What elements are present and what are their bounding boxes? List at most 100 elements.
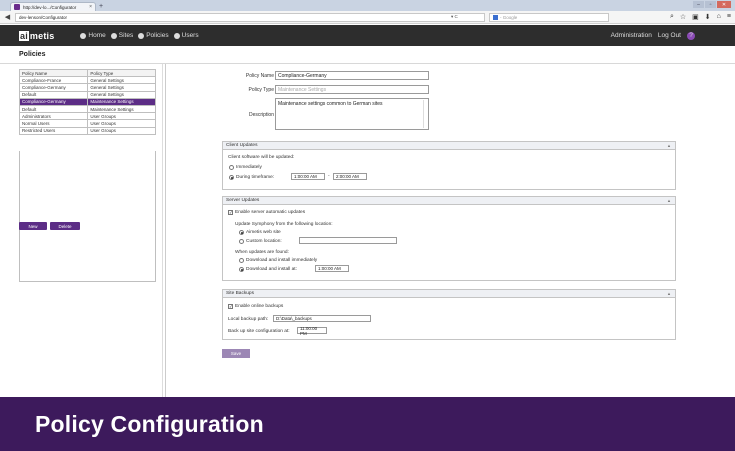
- custom-location-field[interactable]: [299, 237, 397, 244]
- sites-icon: [110, 32, 117, 39]
- time-separator: -: [328, 174, 330, 179]
- collapse-icon[interactable]: ▲: [667, 291, 671, 296]
- custom-location-radio[interactable]: [239, 239, 244, 244]
- textarea-scrollbar[interactable]: [423, 100, 427, 128]
- tab-title: http://dev-lo.../Configurator: [23, 4, 77, 10]
- browser-tab[interactable]: http://dev-lo.../Configurator ×: [10, 2, 96, 11]
- description-textarea[interactable]: Maintenance settings common to German si…: [275, 98, 429, 130]
- policy-type-label: Policy Type: [248, 87, 274, 93]
- search-icon[interactable]: ⌕: [670, 13, 674, 21]
- home-icon[interactable]: ⌂: [717, 13, 721, 21]
- enable-backups-checkbox[interactable]: ✓: [228, 304, 233, 309]
- time-to-field[interactable]: 2:00:00 AM: [333, 173, 367, 180]
- install-at-radio[interactable]: [239, 267, 244, 272]
- nav-users[interactable]: Users: [173, 32, 199, 39]
- table-empty-area: [19, 151, 156, 282]
- aimetis-site-label: Aimetis web site: [246, 230, 281, 235]
- table-row[interactable]: Compliance-France General Settings: [18, 76, 156, 85]
- administration-link[interactable]: Administration: [611, 32, 652, 39]
- close-window-icon[interactable]: ✕: [717, 1, 731, 8]
- favicon-icon: [14, 4, 20, 10]
- nav-sites[interactable]: Sites: [110, 32, 133, 39]
- browser-titlebar: http://dev-lo.../Configurator × + – ▫ ✕: [0, 0, 735, 11]
- timeframe-radio[interactable]: [229, 175, 234, 180]
- policy-name-field[interactable]: Compliance-Germany: [275, 71, 429, 80]
- save-button[interactable]: Save: [222, 349, 250, 358]
- aimetis-logo[interactable]: ai metis: [19, 30, 54, 41]
- client-updates-header[interactable]: Client Updates ▲: [223, 142, 675, 150]
- table-row[interactable]: Restricted Users User Groups: [18, 126, 156, 135]
- column-header[interactable]: Policy Name: [18, 68, 89, 78]
- new-policy-button[interactable]: New: [19, 222, 47, 230]
- server-updates-header[interactable]: Server Updates ▲: [223, 197, 675, 205]
- policy-type-cell: User Groups: [87, 119, 156, 128]
- maximize-icon[interactable]: ▫: [705, 1, 716, 8]
- backup-time-field[interactable]: 11:00:00 PM: [297, 326, 327, 336]
- enable-updates-checkbox[interactable]: ✓: [228, 210, 233, 215]
- backup-path-label: Local backup path:: [228, 317, 269, 322]
- policies-table: Policy Name Policy Type Compliance-Franc…: [18, 68, 156, 135]
- collapse-icon[interactable]: ▲: [667, 198, 671, 203]
- policy-type-cell: General Settings: [87, 83, 156, 92]
- time-from-field[interactable]: 1:00:00 AM: [291, 173, 325, 180]
- policy-name-label: Policy Name: [245, 73, 274, 79]
- policy-name-cell: Normal Users: [18, 119, 89, 128]
- policy-name-cell: Compliance-Germany: [18, 97, 89, 106]
- nav-home[interactable]: Home: [80, 32, 106, 39]
- browser-toolbar-icons: ⌕ ☆ ▣ ⬇ ⌂ ≡: [670, 13, 731, 21]
- table-row[interactable]: Administrators User Groups: [18, 112, 156, 121]
- timeframe-label: During timeframe:: [236, 175, 275, 180]
- location-intro: Update Symphony from the following locat…: [235, 222, 333, 227]
- app-navbar: ai metis Home Sites Policies Users Admini…: [0, 25, 735, 46]
- back-icon[interactable]: ◀: [4, 13, 11, 21]
- table-row[interactable]: Normal Users User Groups: [18, 119, 156, 128]
- delete-policy-button[interactable]: Delete: [50, 222, 80, 230]
- aimetis-site-radio[interactable]: [239, 230, 244, 235]
- reading-list-icon[interactable]: ▣: [692, 13, 699, 21]
- page-header: Policies: [0, 46, 735, 64]
- enable-updates-label: Enable server automatic updates: [235, 210, 306, 215]
- url-text: dev-lenson/Configurator: [19, 14, 68, 20]
- description-label: Description: [248, 112, 274, 118]
- policy-name-cell: Default: [18, 104, 89, 114]
- help-icon[interactable]: ?: [687, 31, 695, 40]
- site-backups-header[interactable]: Site Backups ▲: [223, 290, 675, 298]
- policies-panel: Policy Name Policy Type Compliance-Franc…: [0, 64, 166, 397]
- custom-location-label: Custom location:: [246, 239, 282, 244]
- install-immediately-radio[interactable]: [239, 258, 244, 263]
- install-immediately-label: Download and install immediately: [246, 258, 318, 263]
- url-input[interactable]: dev-lenson/Configurator: [15, 12, 485, 22]
- when-found-label: When updates are found:: [235, 250, 289, 255]
- table-row[interactable]: Compliance-Germany General Settings: [18, 83, 156, 92]
- menu-icon[interactable]: ≡: [727, 13, 731, 21]
- caption-banner: Policy Configuration: [0, 397, 735, 451]
- immediately-radio[interactable]: [229, 165, 234, 170]
- table-row[interactable]: Default General Settings: [18, 90, 156, 99]
- client-updates-intro: Client software will be updated:: [228, 155, 295, 160]
- new-tab-button[interactable]: +: [99, 3, 103, 10]
- tab-close-icon[interactable]: ×: [89, 4, 92, 10]
- minimize-icon[interactable]: –: [693, 1, 704, 8]
- policy-type-cell: General Settings: [87, 90, 156, 99]
- page-title: Policies: [19, 51, 46, 58]
- download-icon[interactable]: ⬇: [705, 13, 711, 21]
- logout-link[interactable]: Log Out: [658, 32, 681, 39]
- table-row[interactable]: Default Maintenance Settings: [18, 104, 156, 114]
- immediately-label: Immediately: [236, 165, 262, 170]
- search-placeholder: - Google: [500, 14, 518, 20]
- policy-name-cell: Compliance-France: [18, 76, 89, 85]
- google-icon: [493, 14, 498, 20]
- policy-name-cell: Compliance-Germany: [18, 83, 89, 92]
- backup-path-field[interactable]: D:\Data\_backups: [273, 315, 371, 322]
- table-row-selected[interactable]: Compliance-Germany Maintenance Settings: [18, 97, 156, 106]
- collapse-icon[interactable]: ▲: [667, 143, 671, 148]
- policy-name-cell: Default: [18, 90, 89, 99]
- install-time-field[interactable]: 1:00:00 AM: [315, 265, 349, 272]
- reload-icon[interactable]: ▾ C: [451, 14, 485, 20]
- nav-policies[interactable]: Policies: [138, 32, 169, 39]
- browser-search-input[interactable]: - Google: [489, 12, 609, 22]
- users-icon: [173, 32, 180, 39]
- bookmark-star-icon[interactable]: ☆: [680, 13, 686, 21]
- column-header[interactable]: Policy Type: [87, 68, 156, 78]
- install-at-label: Download and install at:: [246, 267, 297, 272]
